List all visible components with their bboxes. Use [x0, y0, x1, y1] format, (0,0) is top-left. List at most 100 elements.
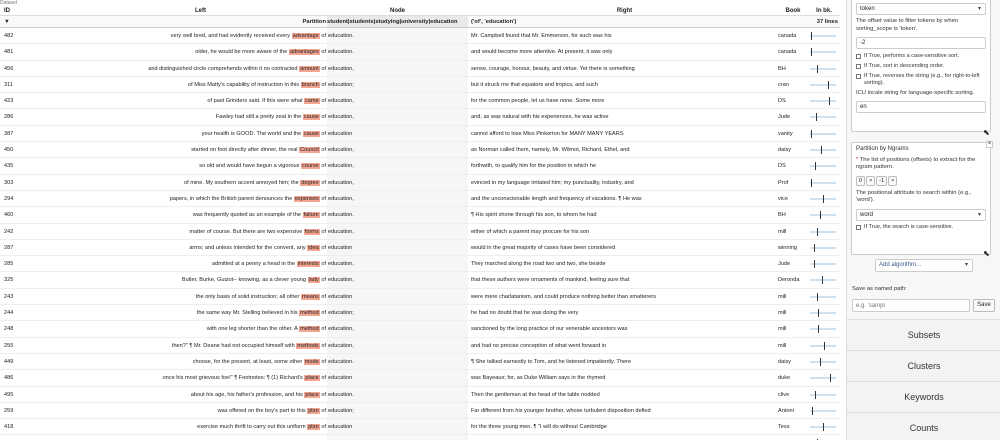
in-book-position [808, 403, 840, 418]
save-button[interactable]: Save [973, 299, 995, 312]
book-name: mill [778, 342, 787, 349]
left-text: admitted at a penny a head in the [212, 261, 296, 268]
col-left-header[interactable]: Left [75, 6, 327, 15]
node-cell: education [327, 239, 468, 256]
table-row[interactable]: 311 of Miss Matty's capability of instruc… [0, 76, 840, 94]
offset-input[interactable]: -2 [856, 37, 986, 49]
node-text: education; [328, 310, 354, 317]
collapse-toggle-icon[interactable]: ▼ [0, 16, 75, 27]
partition-hit: amount [299, 65, 320, 72]
col-id-header[interactable]: ID [0, 6, 75, 15]
attribute-select[interactable]: word ▾ [856, 208, 986, 221]
node-text: education. [328, 358, 354, 365]
position-tick [817, 292, 819, 301]
book-name: BH [778, 212, 786, 219]
add-algorithm-label: Add algorithm... [879, 262, 922, 268]
reverse-checkbox[interactable]: If True, reverses the string (e.g., for … [856, 73, 986, 87]
table-row[interactable]: 481 older, he would be more aware of the … [0, 44, 840, 61]
table-row[interactable]: 495 about his age, his father's professio… [0, 386, 840, 403]
col-inbk-header[interactable]: In bk. [808, 6, 840, 15]
left-text: about his age, his father's profession, … [190, 391, 303, 398]
table-row[interactable]: 242 matter of course. But there are two e… [0, 223, 840, 240]
partition-hit: methods [296, 342, 320, 349]
position-value-1[interactable]: -1 [876, 175, 888, 186]
position-tick [811, 129, 813, 138]
remove-position-icon[interactable]: × [888, 175, 898, 186]
case-sensitive-sort-checkbox[interactable]: If True, performs a case-sensitive sort. [856, 53, 986, 60]
table-row[interactable]: 486 once his most grievous foe!" ¶ Footno… [0, 370, 840, 387]
left-context: and distinguished circle comprehends wit… [75, 61, 327, 76]
counts-section[interactable]: Counts [847, 412, 1000, 440]
table-row[interactable]: 259 was offered on the boy's part to this… [0, 402, 840, 420]
add-algorithm-select[interactable]: Add algorithm... ▾ [875, 259, 973, 272]
table-row[interactable]: 387 your health is GOOD. The world and th… [0, 125, 840, 143]
table-row[interactable]: 255 then?" ¶ Mr. Deane had not occupied h… [0, 337, 840, 354]
line-count: 37 lines [816, 19, 838, 25]
node-cell: education; [327, 76, 468, 93]
node-cell: education, [327, 109, 468, 125]
col-right-header[interactable]: Right [468, 6, 778, 15]
position-tick [813, 260, 815, 269]
row-id: 286 [4, 114, 14, 121]
left-of: of [321, 407, 326, 414]
chevron-down-icon: ▾ [977, 6, 981, 12]
table-row[interactable]: 243 the only basis of solid instruction; … [0, 288, 840, 306]
book-name: mill [778, 326, 787, 333]
node-text: education, [328, 98, 354, 105]
left-context: then?" ¶ Mr. Deane had not occupied hims… [75, 338, 327, 353]
in-book-position [808, 191, 840, 206]
table-row[interactable]: 261and strengthened the failing influenc… [0, 435, 840, 440]
position-tick [812, 406, 814, 415]
scope-select[interactable]: token ▾ [856, 3, 986, 15]
table-row[interactable]: 456 and distinguished circle comprehends … [0, 60, 840, 77]
table-row[interactable]: 287 arms; and unless intended for the con… [0, 239, 840, 257]
book-name: Deronda [778, 277, 800, 284]
partition-label: Partition [302, 19, 326, 25]
icu-locale-input[interactable]: en [856, 100, 986, 113]
left-context: of mine. My southern accent annoyed him;… [75, 175, 327, 190]
in-book-position [808, 321, 840, 336]
ngram-case-sensitive-checkbox[interactable]: If True, the search is case-sensitive. [856, 224, 986, 231]
row-id: 450 [4, 147, 14, 154]
descending-checkbox[interactable]: If True, sort in descending order. [856, 63, 986, 70]
left-of: of [321, 228, 326, 235]
partition-hit: advantages [288, 49, 320, 56]
in-book-position [808, 289, 840, 304]
remove-position-icon[interactable]: × [866, 175, 876, 186]
table-row[interactable]: 244 the same way Mr. Stelling believed in… [0, 305, 840, 322]
row-id: 294 [4, 195, 14, 202]
position-bar [810, 51, 836, 54]
position-tick [819, 211, 821, 220]
left-text: arms; and unless intended for the conven… [189, 244, 306, 251]
close-icon[interactable]: × [986, 141, 993, 148]
in-book-position [808, 142, 840, 157]
offset-help: The offset value to filter tokens by whe… [856, 18, 959, 32]
table-row[interactable]: 286 Fawley had still a pretty zeal in the… [0, 109, 840, 126]
col-book-header[interactable]: Book [778, 6, 808, 15]
clusters-section[interactable]: Clusters [847, 350, 1000, 381]
save-path-input[interactable] [852, 299, 970, 312]
table-row[interactable]: 303 of mine. My southern accent annoyed h… [0, 174, 840, 191]
table-row[interactable]: 450 started on foot directly after dinner… [0, 142, 840, 159]
table-row[interactable]: 435 so old and would have begun a vigorou… [0, 158, 840, 175]
keywords-section[interactable]: Keywords [847, 381, 1000, 412]
table-row[interactable]: 482 very well bred, and had evidently rec… [0, 28, 840, 45]
table-row[interactable]: 418 exercise much thrift to carry out thi… [0, 419, 840, 436]
table-row[interactable]: 449 choose, for the present, at least, so… [0, 353, 840, 371]
table-row[interactable]: 325 Butler, Burke, Guizot-- knowing, as a… [0, 272, 840, 289]
table-row[interactable]: 460 was frequently quoted as an example o… [0, 207, 840, 224]
table-row[interactable]: 285 admitted at a penny a head in the int… [0, 256, 840, 273]
right-context: he had no doubt that he was doing the ve… [471, 310, 579, 317]
col-node-header[interactable]: Node [327, 6, 468, 15]
position-bar [810, 132, 836, 135]
left-context: Fawley had still a pretty zeal in the ca… [75, 109, 327, 124]
position-value-0[interactable]: 0 [856, 175, 866, 186]
position-tick [816, 113, 817, 122]
node-cell: education, [327, 93, 468, 109]
subsets-section[interactable]: Subsets [847, 319, 1000, 350]
table-row[interactable]: 294 papers, in which the British parent d… [0, 190, 840, 208]
attr-help: The positional attribute to search withi… [856, 189, 972, 204]
left-text: was offered on the boy's part to this [217, 407, 306, 414]
table-row[interactable]: 423 of past Grinders said. If this were w… [0, 93, 840, 110]
table-row[interactable]: 248 with one leg shorter than the other. … [0, 321, 840, 338]
